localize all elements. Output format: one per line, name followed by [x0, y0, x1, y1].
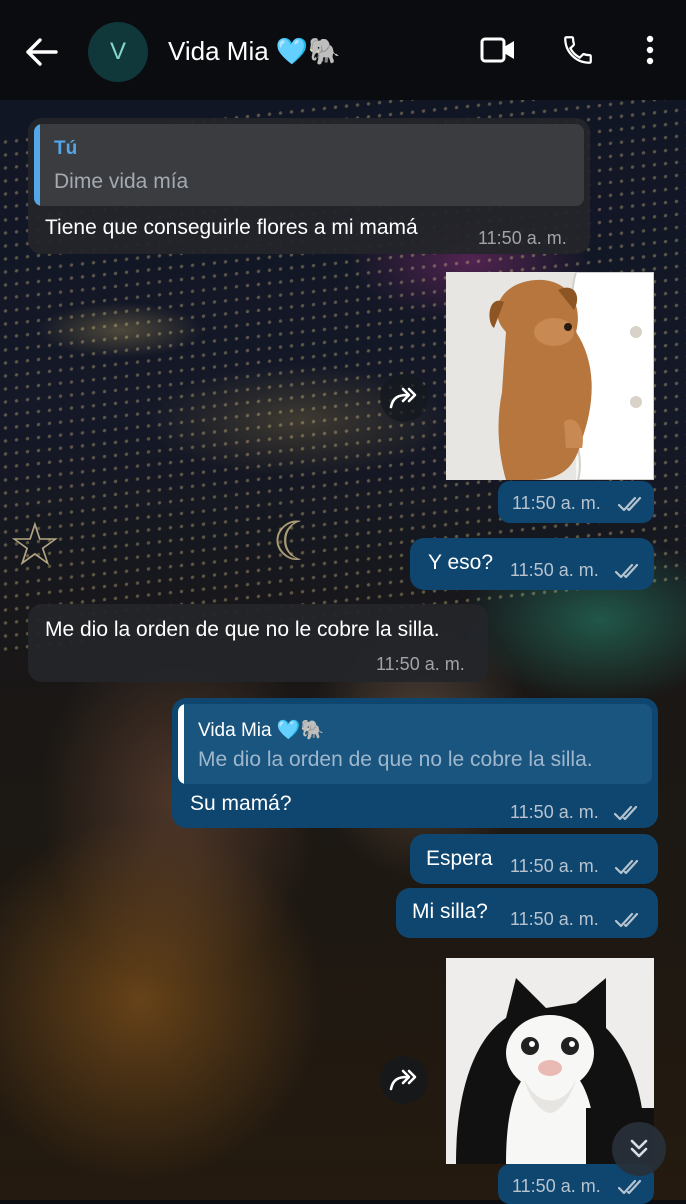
- double-chevron-down-icon: [630, 1139, 648, 1158]
- star-decoration: ☆: [8, 511, 62, 578]
- quote-accent-bar: [178, 704, 184, 784]
- avatar[interactable]: V: [88, 22, 148, 82]
- quote-text: Dime vida mía: [54, 170, 189, 193]
- video-call-button[interactable]: [478, 30, 518, 70]
- avatar-letter: V: [109, 38, 126, 65]
- scroll-to-bottom-button[interactable]: [612, 1122, 666, 1176]
- read-receipt-icon: [614, 805, 638, 821]
- more-options-button[interactable]: [630, 30, 670, 70]
- forward-button[interactable]: [380, 374, 428, 422]
- message-time: 11:50 a. m.: [510, 560, 599, 580]
- message-text: Tiene que conseguirle flores a mi mamá: [45, 216, 418, 239]
- quote-text: Me dio la orden de que no le cobre la si…: [198, 748, 593, 771]
- outgoing-message[interactable]: Mi silla? 11:50 a. m.: [396, 888, 658, 938]
- incoming-message[interactable]: Tú Dime vida mía Tiene que conseguirle f…: [28, 118, 590, 254]
- quote-author: Tú: [54, 138, 78, 159]
- message-time: 11:50 a. m.: [376, 654, 465, 674]
- video-call-icon: [480, 37, 514, 63]
- quote-accent-bar: [34, 124, 40, 206]
- voice-call-button[interactable]: [558, 30, 598, 70]
- chat-header: V Vida Mia 🩵🐘: [0, 0, 686, 100]
- quoted-message[interactable]: Vida Mia 🩵🐘 Me dio la orden de que no le…: [178, 704, 652, 784]
- read-receipt-icon: [618, 1179, 642, 1195]
- outgoing-message[interactable]: Y eso? 11:50 a. m.: [410, 538, 654, 590]
- forward-button[interactable]: [380, 1056, 428, 1104]
- message-text: Espera: [426, 847, 493, 870]
- sticker-meta: 11:50 a. m.: [498, 481, 654, 523]
- message-text: Mi silla?: [412, 900, 488, 923]
- phone-icon: [564, 36, 592, 64]
- outgoing-message[interactable]: Espera 11:50 a. m.: [410, 834, 658, 884]
- forward-icon: [389, 387, 417, 409]
- message-time: 11:50 a. m.: [512, 1176, 601, 1196]
- message-text: Y eso?: [428, 551, 493, 574]
- outgoing-message[interactable]: Vida Mia 🩵🐘 Me dio la orden de que no le…: [172, 698, 658, 828]
- read-receipt-icon: [618, 496, 642, 512]
- quote-author: Vida Mia 🩵🐘: [198, 720, 325, 741]
- quoted-message[interactable]: Tú Dime vida mía: [34, 124, 584, 206]
- contact-name[interactable]: Vida Mia 🩵🐘: [168, 32, 341, 70]
- moon-decoration: ☾: [272, 512, 321, 572]
- read-receipt-icon: [615, 912, 639, 928]
- read-receipt-icon: [615, 563, 639, 579]
- message-text: Su mamá?: [190, 792, 292, 815]
- message-time: 11:50 a. m.: [510, 802, 599, 822]
- message-time: 11:50 a. m.: [478, 228, 567, 248]
- dog-sticker-image: [446, 272, 654, 480]
- forward-icon: [389, 1069, 417, 1091]
- message-time: 11:50 a. m.: [510, 909, 599, 929]
- back-arrow-icon[interactable]: [24, 36, 58, 68]
- message-text: Me dio la orden de que no le cobre la si…: [45, 618, 440, 641]
- read-receipt-icon: [615, 859, 639, 875]
- sticker-dog[interactable]: [446, 272, 654, 480]
- more-vert-icon: [646, 35, 654, 65]
- incoming-message[interactable]: Me dio la orden de que no le cobre la si…: [28, 604, 488, 682]
- message-time: 11:50 a. m.: [510, 856, 599, 876]
- message-time: 11:50 a. m.: [512, 493, 601, 513]
